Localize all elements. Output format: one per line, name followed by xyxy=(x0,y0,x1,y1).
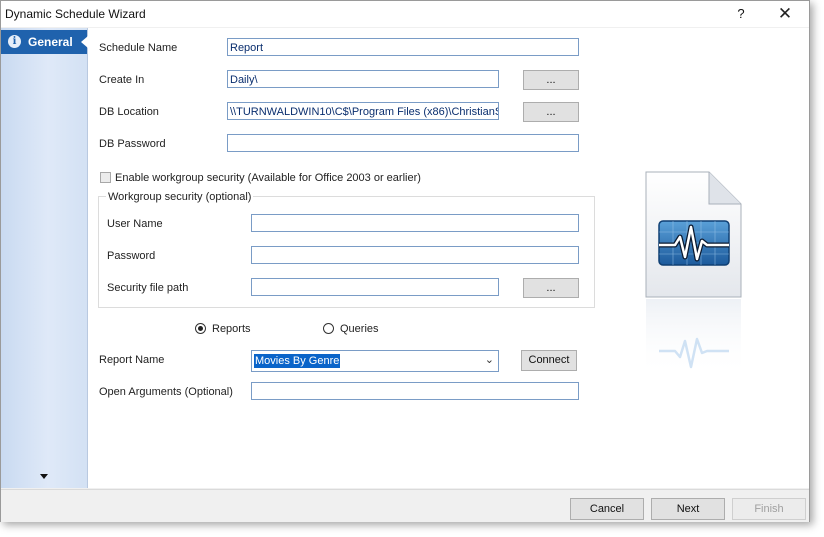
finish-button[interactable]: Finish xyxy=(732,498,806,520)
create-in-label: Create In xyxy=(99,74,145,86)
schedule-name-field[interactable]: Report xyxy=(227,38,579,56)
info-icon: i xyxy=(8,35,21,48)
queries-radio[interactable] xyxy=(323,323,334,334)
report-name-value: Movies By Genre xyxy=(254,354,341,368)
db-password-field[interactable] xyxy=(227,134,579,152)
reports-radio[interactable] xyxy=(195,323,206,334)
create-in-browse-button[interactable]: ... xyxy=(523,70,579,90)
security-file-path-field[interactable] xyxy=(251,278,499,296)
close-button[interactable]: ✕ xyxy=(765,1,805,27)
title-bar: Dynamic Schedule Wizard ? ✕ xyxy=(1,1,809,27)
report-document-icon xyxy=(645,171,742,377)
workgroup-security-checkbox[interactable] xyxy=(100,172,111,183)
next-button[interactable]: Next xyxy=(651,498,725,520)
general-page: Schedule Name Report Create In Daily\ ..… xyxy=(88,28,809,488)
password-label: Password xyxy=(107,250,156,262)
wizard-footer: Cancel Next Finish xyxy=(1,489,809,522)
db-location-field[interactable]: \\TURNWALDWIN10\C$\Program Files (x86)\C… xyxy=(227,102,499,120)
workgroup-security-label: Enable workgroup security (Available for… xyxy=(115,172,421,184)
queries-radio-label: Queries xyxy=(340,323,379,335)
create-in-field[interactable]: Daily\ xyxy=(227,70,499,88)
chevron-down-icon[interactable]: ⌄ xyxy=(485,353,494,366)
chevron-down-icon[interactable] xyxy=(40,474,48,479)
db-location-browse-button[interactable]: ... xyxy=(523,102,579,122)
sidebar-item-label: General xyxy=(28,35,73,49)
schedule-name-label: Schedule Name xyxy=(99,42,178,54)
open-arguments-label: Open Arguments (Optional) xyxy=(99,386,233,398)
sidebar-item-general[interactable]: i General xyxy=(1,30,88,54)
security-file-path-label: Security file path xyxy=(107,282,189,294)
help-button[interactable]: ? xyxy=(727,1,755,27)
user-name-label: User Name xyxy=(107,218,163,230)
sidebar: i General xyxy=(1,28,88,488)
db-location-label: DB Location xyxy=(99,106,159,118)
radio-selected-dot xyxy=(198,326,203,331)
open-arguments-field[interactable] xyxy=(251,382,579,400)
user-name-field[interactable] xyxy=(251,214,579,232)
db-password-label: DB Password xyxy=(99,138,166,150)
dialog-window: Dynamic Schedule Wizard ? ✕ i General Sc… xyxy=(0,0,810,522)
report-name-label: Report Name xyxy=(99,354,165,366)
cancel-button[interactable]: Cancel xyxy=(570,498,644,520)
security-file-browse-button[interactable]: ... xyxy=(523,278,579,298)
window-title: Dynamic Schedule Wizard xyxy=(5,7,146,21)
workgroup-group-title: Workgroup security (optional) xyxy=(106,191,254,203)
selection-pointer xyxy=(81,36,88,48)
report-name-dropdown[interactable]: Movies By Genre ⌄ xyxy=(251,350,499,372)
connect-button[interactable]: Connect xyxy=(521,350,577,371)
reports-radio-label: Reports xyxy=(212,323,251,335)
password-field[interactable] xyxy=(251,246,579,264)
